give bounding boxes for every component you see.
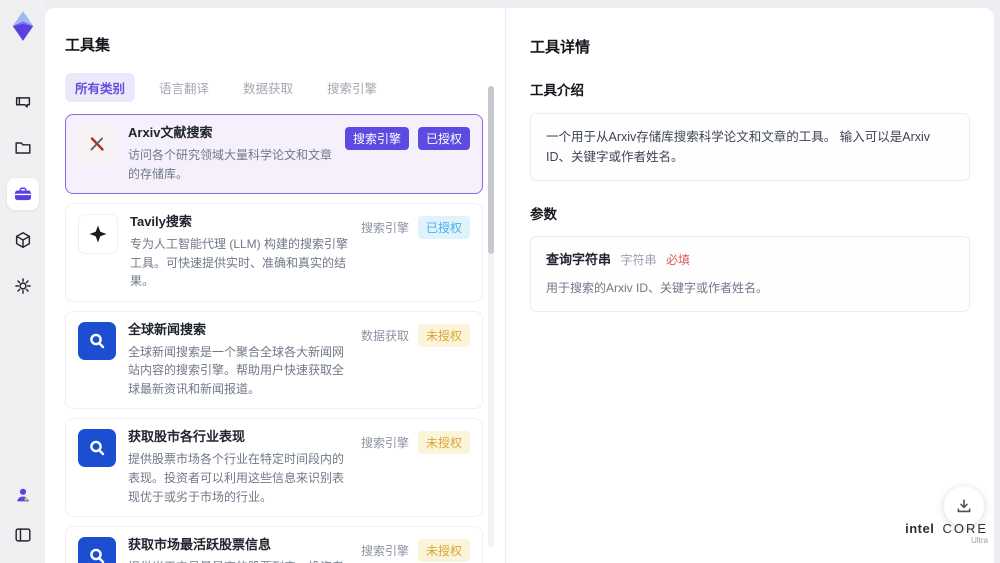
arxiv-chi-icon [78, 125, 116, 164]
intel-brand-text: intel [905, 521, 935, 536]
list-scrollbar-thumb[interactable] [488, 86, 494, 254]
detail-title: 工具详情 [530, 39, 591, 57]
tab-search-engine[interactable]: 搜索引擎 [317, 73, 387, 102]
tool-description: 全球新闻搜索是一个聚合全球各大新闻网站内容的搜索引擎。帮助用户快速获取全球最新资… [128, 344, 345, 396]
tool-description: 专为人工智能代理 (LLM) 构建的搜索引擎工具。可快速提供实时、准确和真实的结… [130, 237, 349, 289]
toolbox-icon[interactable] [6, 178, 39, 210]
intro-box: 一个用于从Arxiv存储库搜索科学论文和文章的工具。 输入可以是Arxiv ID… [530, 112, 970, 181]
category-label: 搜索引擎 [360, 544, 409, 559]
param-box: 查询字符串 字符串 必填 用于搜索的Arxiv ID、关键字或作者姓名。 [530, 236, 970, 313]
param-required-flag: 必填 [666, 253, 691, 268]
intro-text: 一个用于从Arxiv存储库搜索科学论文和文章的工具。 输入可以是Arxiv ID… [546, 129, 931, 164]
cube-icon[interactable] [7, 224, 39, 256]
tool-description: 提供股票市场各个行业在特定时间段内的表现。投资者可以利用这些信息来识别表现优于或… [128, 452, 345, 504]
status-badge: 未授权 [417, 323, 470, 347]
intel-product-text: core [942, 521, 988, 536]
list-scrollbar [488, 86, 494, 547]
tool-name: Arxiv文献搜索 [128, 125, 213, 141]
tab-all-categories[interactable]: 所有类别 [65, 73, 136, 103]
tool-row-tavily[interactable]: Tavily搜索 专为人工智能代理 (LLM) 构建的搜索引擎工具。可快速提供实… [65, 203, 483, 302]
app-logo-icon [8, 10, 38, 42]
left-rail [0, 0, 45, 563]
chat-icon[interactable] [7, 86, 39, 118]
tool-name: 获取市场最活跃股票信息 [128, 537, 272, 553]
category-badge: 搜索引擎 [344, 127, 409, 151]
main-panel: 工具集 所有类别 语言翻译 数据获取 搜索引擎 Arxiv文献搜索 访问各个研究… [45, 8, 994, 563]
tab-data-fetch[interactable]: 数据获取 [233, 73, 303, 102]
tool-name: Tavily搜索 [130, 214, 192, 230]
tool-list: Arxiv文献搜索 访问各个研究领域大量科学论文和文章的存储库。 搜索引擎 已授… [65, 114, 483, 563]
stock-search-icon [78, 429, 116, 468]
status-badge: 未授权 [417, 431, 470, 455]
tavily-star-icon [78, 214, 118, 255]
stock-search-icon [78, 537, 116, 563]
settings-icon[interactable] [7, 270, 39, 302]
tool-description: 提供当天交易量最高的股票列表，投资者可以利用这些信息来识别流动性强的股票和潜在的… [128, 558, 349, 563]
folder-icon[interactable] [7, 132, 39, 164]
tool-list-panel: 工具集 所有类别 语言翻译 数据获取 搜索引擎 Arxiv文献搜索 访问各个研究… [45, 8, 505, 563]
collapse-panel-icon[interactable] [7, 519, 39, 551]
tool-name: 获取股市各行业表现 [128, 429, 246, 445]
status-badge: 未授权 [417, 539, 470, 563]
tool-name: 全球新闻搜索 [128, 321, 207, 337]
tool-row-arxiv[interactable]: Arxiv文献搜索 访问各个研究领域大量科学论文和文章的存储库。 搜索引擎 已授… [65, 114, 483, 195]
param-name: 查询字符串 [546, 252, 612, 268]
tool-row-stock-sectors[interactable]: 获取股市各行业表现 提供股票市场各个行业在特定时间段内的表现。投资者可以利用这些… [65, 418, 483, 518]
tool-row-active-stocks[interactable]: 获取市场最活跃股票信息 提供当天交易量最高的股票列表，投资者可以利用这些信息来识… [65, 526, 483, 563]
tool-row-global-news[interactable]: 全球新闻搜索 全球新闻搜索是一个聚合全球各大新闻网站内容的搜索引擎。帮助用户快速… [65, 310, 483, 410]
tab-language-translation[interactable]: 语言翻译 [149, 73, 219, 102]
user-avatar-icon[interactable] [7, 479, 39, 511]
intel-suffix-text: Ultra [971, 536, 988, 545]
status-badge: 已授权 [417, 127, 470, 151]
category-tabs: 所有类别 语言翻译 数据获取 搜索引擎 [65, 73, 505, 103]
app-window: 工具集 所有类别 语言翻译 数据获取 搜索引擎 Arxiv文献搜索 访问各个研究… [0, 0, 1000, 563]
page-title: 工具集 [65, 37, 111, 55]
category-label: 数据获取 [360, 328, 409, 343]
tool-detail-panel: 工具详情 工具介绍 一个用于从Arxiv存储库搜索科学论文和文章的工具。 输入可… [505, 8, 994, 563]
news-search-icon [78, 321, 116, 360]
params-heading: 参数 [530, 206, 557, 222]
category-label: 搜索引擎 [360, 221, 409, 236]
intro-heading: 工具介绍 [530, 83, 584, 99]
tool-description: 访问各个研究领域大量科学论文和文章的存储库。 [128, 147, 333, 181]
param-type: 字符串 [620, 253, 657, 268]
param-description: 用于搜索的Arxiv ID、关键字或作者姓名。 [546, 281, 769, 296]
category-label: 搜索引擎 [360, 436, 409, 451]
intel-core-logo: intel core Ultra [905, 521, 988, 545]
status-badge: 已授权 [417, 216, 470, 240]
